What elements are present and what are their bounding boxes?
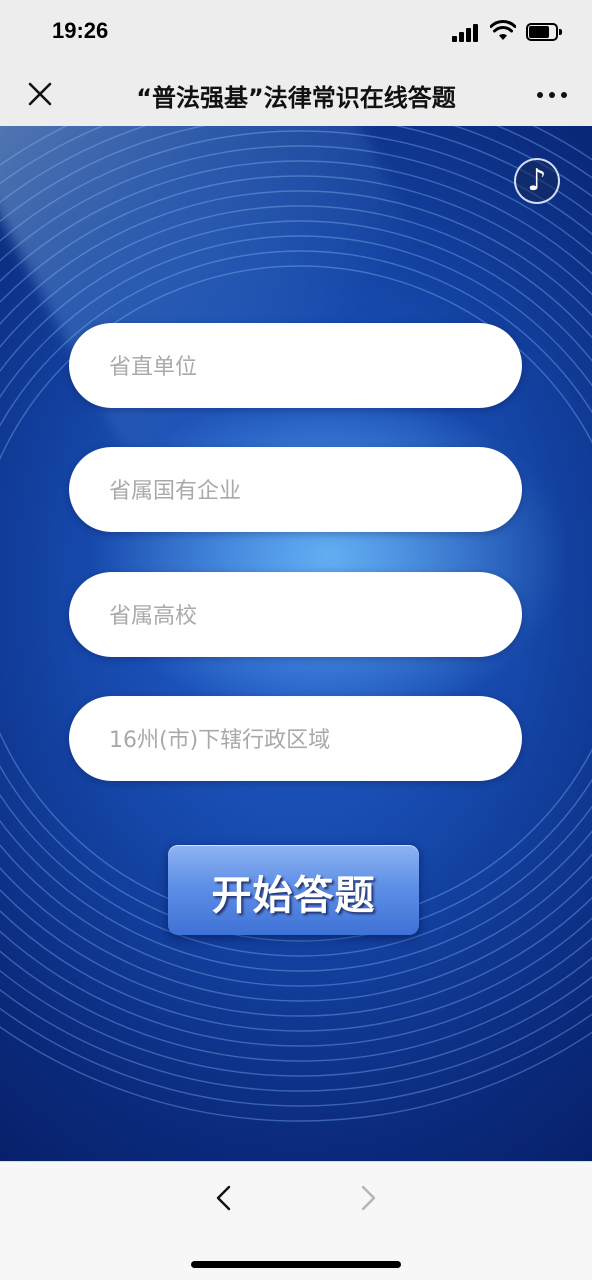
quiz-entry-panel: ♪ 省直单位 省属国有企业 省属高校 16州(市)下辖行政区域 开始答题 xyxy=(0,126,592,1161)
nav-bar: “普法强基”法律常识在线答题 xyxy=(0,62,592,126)
option-label: 16州(市)下辖行政区域 xyxy=(109,728,331,753)
page-title: “普法强基”法律常识在线答题 xyxy=(136,84,456,112)
close-icon[interactable] xyxy=(22,76,58,112)
status-time: 19:26 xyxy=(52,18,109,43)
start-quiz-label: 开始答题 xyxy=(211,873,376,919)
option-provincial-units[interactable]: 省直单位 xyxy=(69,323,522,408)
option-prefecture-regions[interactable]: 16州(市)下辖行政区域 xyxy=(69,696,522,781)
start-quiz-button[interactable]: 开始答题 xyxy=(168,845,419,935)
home-indicator xyxy=(191,1261,401,1268)
status-bar: 19:26 xyxy=(0,0,592,62)
status-icons xyxy=(452,20,562,44)
chevron-left-icon[interactable] xyxy=(208,1182,240,1214)
option-provincial-universities[interactable]: 省属高校 xyxy=(69,572,522,657)
chevron-right-icon[interactable] xyxy=(352,1182,384,1214)
browser-bottom-bar xyxy=(0,1161,592,1280)
wifi-icon xyxy=(490,20,516,40)
signal-icon xyxy=(452,22,480,42)
battery-icon xyxy=(526,23,562,41)
option-label: 省属国有企业 xyxy=(109,479,242,504)
more-icon[interactable] xyxy=(534,80,570,108)
music-toggle-icon[interactable]: ♪ xyxy=(514,158,560,204)
option-label: 省直单位 xyxy=(109,355,198,380)
option-label: 省属高校 xyxy=(109,604,198,629)
option-provincial-state-enterprises[interactable]: 省属国有企业 xyxy=(69,447,522,532)
